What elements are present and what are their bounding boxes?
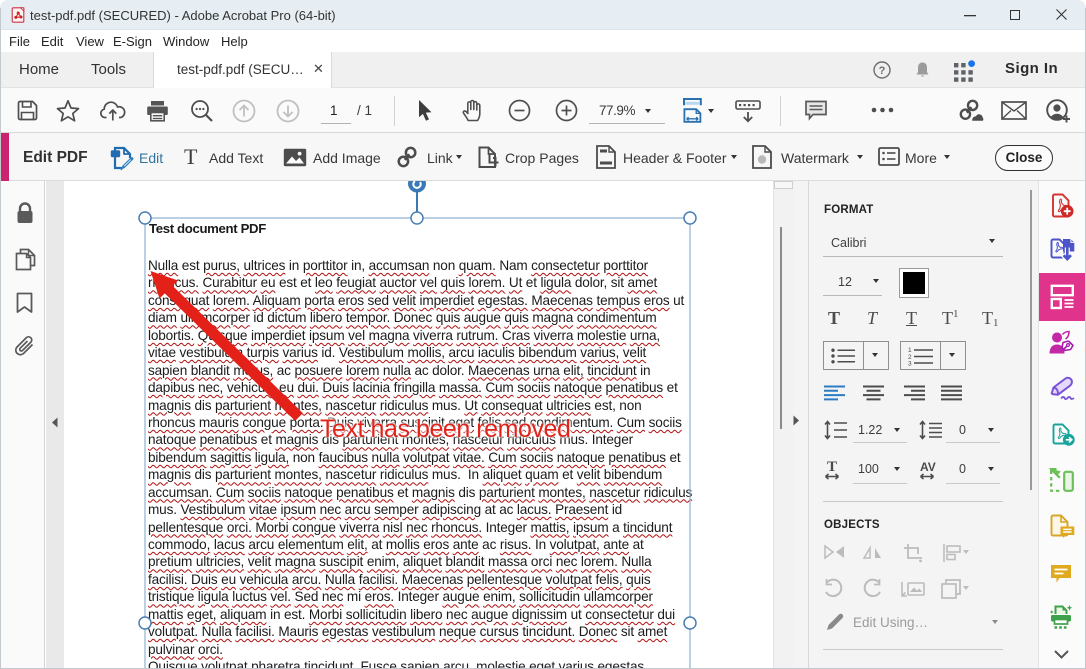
svg-text:AV: AV [920, 460, 936, 474]
svg-text:3: 3 [908, 361, 912, 368]
svg-text:T: T [827, 459, 837, 475]
svg-text:1: 1 [908, 347, 912, 354]
